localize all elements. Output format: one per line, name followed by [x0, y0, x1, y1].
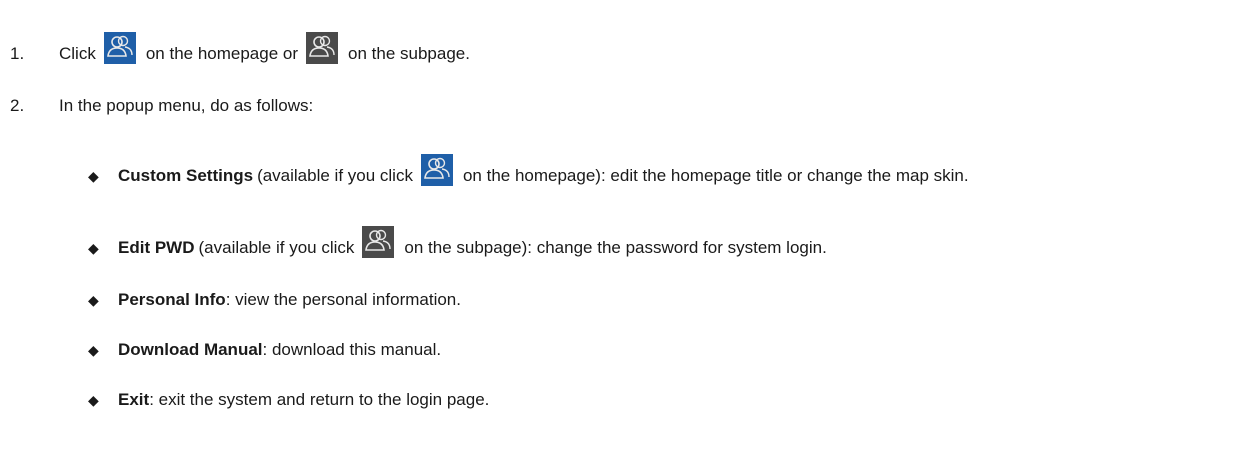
- diamond-bullet-icon: ◆: [88, 391, 99, 408]
- item-text: (available if you click: [198, 238, 355, 257]
- item-label: Personal Info: [118, 290, 226, 309]
- step-text: on the homepage or: [145, 44, 299, 63]
- diamond-bullet-icon: ◆: [88, 341, 99, 358]
- item-label: Exit: [118, 390, 150, 409]
- subpage-user-icon: [306, 32, 339, 64]
- step-number: 2.: [10, 96, 25, 115]
- step-text: Click: [59, 44, 96, 63]
- diamond-bullet-icon: ◆: [88, 167, 99, 184]
- step-text: on the subpage.: [348, 44, 470, 63]
- item-label: Download Manual: [118, 340, 263, 359]
- homepage-user-icon: [420, 154, 453, 186]
- subpage-user-icon: [362, 226, 395, 258]
- item-text: on the homepage): edit the homepage titl…: [462, 166, 969, 185]
- step-number: 1.: [10, 44, 25, 63]
- step-text: In the popup menu, do as follows:: [59, 96, 314, 115]
- bullet-exit: ◆ Exit : exit the system and return to t…: [88, 390, 489, 410]
- item-text: : download this manual.: [262, 340, 442, 359]
- homepage-user-icon: [103, 32, 136, 64]
- step-2: 2. In the popup menu, do as follows:: [10, 96, 313, 116]
- diamond-bullet-icon: ◆: [88, 291, 99, 308]
- bullet-personal-info: ◆ Personal Info : view the personal info…: [88, 290, 461, 310]
- bullet-custom-settings: ◆ Custom Settings (available if you clic…: [88, 154, 969, 192]
- item-text: on the subpage): change the password for…: [404, 238, 827, 257]
- bullet-download-manual: ◆ Download Manual : download this manual…: [88, 340, 441, 360]
- diamond-bullet-icon: ◆: [88, 239, 99, 256]
- step-1: 1. Click on the homepage or on the subpa…: [10, 32, 470, 70]
- item-text: (available if you click: [257, 166, 413, 185]
- bullet-edit-pwd: ◆ Edit PWD (available if you click on th…: [88, 226, 827, 264]
- item-label: Edit PWD: [118, 238, 195, 257]
- item-text: : view the personal information.: [225, 290, 461, 309]
- item-text: : exit the system and return to the logi…: [149, 390, 490, 409]
- item-label: Custom Settings: [118, 166, 254, 185]
